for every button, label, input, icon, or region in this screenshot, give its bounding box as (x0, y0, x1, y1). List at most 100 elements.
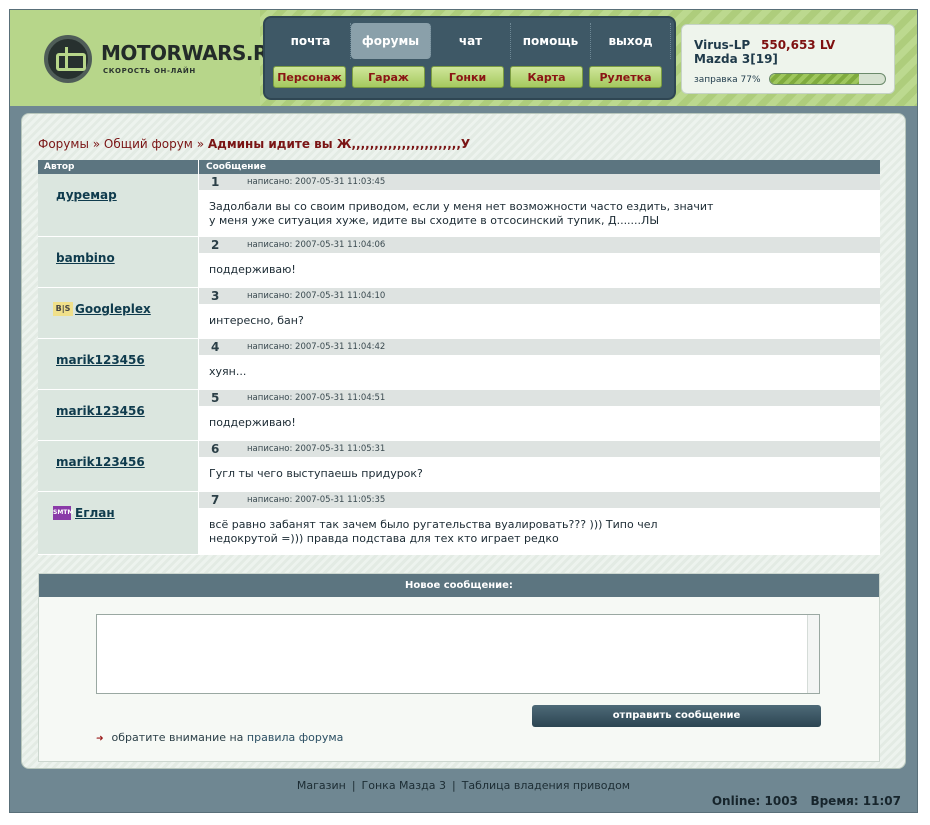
nav-logout-link[interactable]: выход (591, 23, 671, 59)
footer-links: Магазин | Гонка Мазда 3 | Таблица владения п… (10, 779, 917, 792)
post-text: Задолбали вы со своим приводом, если у м… (209, 200, 714, 227)
post-author-cell: B|S Googleplex (38, 288, 199, 338)
author-badge-icon: B|S (53, 302, 73, 316)
post-body: 6 написано: 2007-05-31 11:05:31 Гугл ты че… (199, 441, 880, 491)
footer-link[interactable]: Гонка Мазда 3 (362, 779, 446, 792)
post-body: 4 написано: 2007-05-31 11:04:42 хуян... (199, 339, 880, 389)
author-link[interactable]: marik123456 (56, 404, 145, 418)
post-text: всё равно забанят так зачем было ругател… (209, 518, 658, 545)
reply-textarea[interactable] (96, 614, 820, 694)
post-row: marik123456 5 написано: 2007-05-31 11:04:5… (38, 390, 880, 441)
top-nav: почта форумы чат помощь выход (271, 23, 671, 59)
sub-nav: Персонаж Гараж Гонки Карта Рулетка (273, 66, 662, 88)
footer-separator: | (351, 779, 356, 792)
subnav-button-roulette[interactable]: Рулетка (589, 66, 662, 88)
header: MOTORWARS.RU СКОРОСТЬ ОН-ЛАЙН почта форум… (10, 10, 917, 106)
post-meta: 2 написано: 2007-05-31 11:04:06 (199, 237, 880, 253)
page-frame: MOTORWARS.RU СКОРОСТЬ ОН-ЛАЙН почта форум… (9, 9, 918, 813)
column-author: Автор (38, 160, 199, 174)
post-date: написано: 2007-05-31 11:04:06 (247, 240, 386, 250)
post-body: 3 написано: 2007-05-31 11:04:10 интересно,… (199, 288, 880, 338)
post-text: поддерживаю! (209, 416, 296, 429)
author-link[interactable]: marik123456 (56, 455, 145, 469)
online-count: Online: 1003 (711, 794, 798, 808)
post-author-cell: SMTM Еглан (38, 492, 199, 554)
post-author-cell: дуремар (38, 174, 199, 236)
fuel-label: заправка 77% (694, 75, 761, 85)
post-text: интересно, бан? (209, 314, 304, 327)
post-body: 7 написано: 2007-05-31 11:05:35 всё равно … (199, 492, 880, 554)
post-author-cell: marik123456 (38, 441, 199, 491)
post-number: 1 (211, 175, 220, 189)
logo-icon (44, 35, 92, 83)
post-author-cell: bambino (38, 237, 199, 287)
fuel-bar-fill (770, 74, 859, 84)
username[interactable]: Virus-LP (694, 38, 750, 52)
post-number: 3 (211, 289, 220, 303)
post-row: marik123456 6 написано: 2007-05-31 11:05:3… (38, 441, 880, 492)
author-link[interactable]: дуремар (56, 188, 117, 202)
post-meta: 6 написано: 2007-05-31 11:05:31 (199, 441, 880, 457)
breadcrumb-forums[interactable]: Форумы (38, 137, 89, 151)
subnav-button-character[interactable]: Персонаж (273, 66, 346, 88)
post-text: хуян... (209, 365, 247, 378)
post-number: 6 (211, 442, 220, 456)
footer-link[interactable]: Магазин (297, 779, 346, 792)
post-date: написано: 2007-05-31 11:05:35 (247, 495, 386, 505)
post-author-cell: marik123456 (38, 390, 199, 440)
balance: 550,653 LV (761, 38, 836, 52)
post-meta: 1 написано: 2007-05-31 11:03:45 (199, 174, 880, 190)
author-link[interactable]: marik123456 (56, 353, 145, 367)
arrow-icon: ➜ (96, 734, 104, 744)
server-time: Время: 11:07 (810, 794, 901, 808)
posts-list: дуремар 1 написано: 2007-05-31 11:03:45 Зад… (38, 174, 880, 555)
forum-content: Форумы » Общий форум » Админы идите вы Ж… (21, 113, 906, 769)
subnav-button-map[interactable]: Карта (510, 66, 583, 88)
user-panel: Virus-LP 550,653 LV Mazda 3[19] заправка… (681, 24, 895, 94)
footer-link[interactable]: Таблица владения приводом (462, 779, 630, 792)
post-date: написано: 2007-05-31 11:04:10 (247, 291, 386, 301)
post-row: дуремар 1 написано: 2007-05-31 11:03:45 Зад… (38, 174, 880, 237)
post-number: 2 (211, 238, 220, 252)
post-row: SMTM Еглан 7 написано: 2007-05-31 11:05:35 в… (38, 492, 880, 555)
nav-mail-link[interactable]: почта (271, 23, 351, 59)
rules-link[interactable]: правила форума (247, 731, 343, 744)
logo[interactable]: MOTORWARS.RU СКОРОСТЬ ОН-ЛАЙН (10, 10, 284, 106)
nav-forums-link[interactable]: форумы (351, 23, 431, 59)
column-message: Сообщение (206, 162, 266, 172)
reply-scrollbar[interactable] (807, 615, 819, 693)
post-date: написано: 2007-05-31 11:04:42 (247, 342, 386, 352)
post-number: 5 (211, 391, 220, 405)
post-row: bambino 2 написано: 2007-05-31 11:04:06 под… (38, 237, 880, 288)
posts-table-header: Автор Сообщение (38, 160, 880, 174)
post-text: поддерживаю! (209, 263, 296, 276)
breadcrumb: Форумы » Общий форум » Админы идите вы Ж… (38, 137, 470, 151)
site-slogan: СКОРОСТЬ ОН-ЛАЙН (103, 67, 196, 75)
post-body: 5 написано: 2007-05-31 11:04:51 поддержива… (199, 390, 880, 440)
breadcrumb-forum[interactable]: Общий форум (104, 137, 193, 151)
subnav-button-races[interactable]: Гонки (431, 66, 504, 88)
author-link[interactable]: Еглан (75, 506, 115, 520)
subnav-button-garage[interactable]: Гараж (352, 66, 425, 88)
nav-chat-link[interactable]: чат (431, 23, 511, 59)
post-date: написано: 2007-05-31 11:04:51 (247, 393, 386, 403)
author-link[interactable]: bambino (56, 251, 115, 265)
nav-help-link[interactable]: помощь (511, 23, 591, 59)
site-name: MOTORWARS.RU (101, 41, 284, 65)
author-link[interactable]: Googleplex (75, 302, 151, 316)
post-date: написано: 2007-05-31 11:05:31 (247, 444, 386, 454)
breadcrumb-separator: » (196, 137, 205, 151)
post-meta: 7 написано: 2007-05-31 11:05:35 (199, 492, 880, 508)
author-badge-icon: SMTM (53, 506, 73, 520)
post-text: Гугл ты чего выступаешь придурок? (209, 467, 423, 480)
topic-title: Админы идите вы Ж,,,,,,,,,,,,,,,,,,,,,,,… (207, 137, 471, 151)
post-number: 7 (211, 493, 220, 507)
post-date: написано: 2007-05-31 11:03:45 (247, 177, 386, 187)
fuel-bar (769, 73, 886, 85)
post-body: 2 написано: 2007-05-31 11:04:06 поддержива… (199, 237, 880, 287)
reply-form: Новое сообщение: отправить сообщение ➜ об… (38, 573, 880, 762)
reply-title: Новое сообщение: (39, 574, 879, 597)
posts-table: Автор Сообщение дуремар 1 написано: 2007-0… (38, 160, 880, 555)
car-name[interactable]: Mazda 3[19] (694, 52, 778, 66)
send-message-button[interactable]: отправить сообщение (532, 705, 821, 727)
